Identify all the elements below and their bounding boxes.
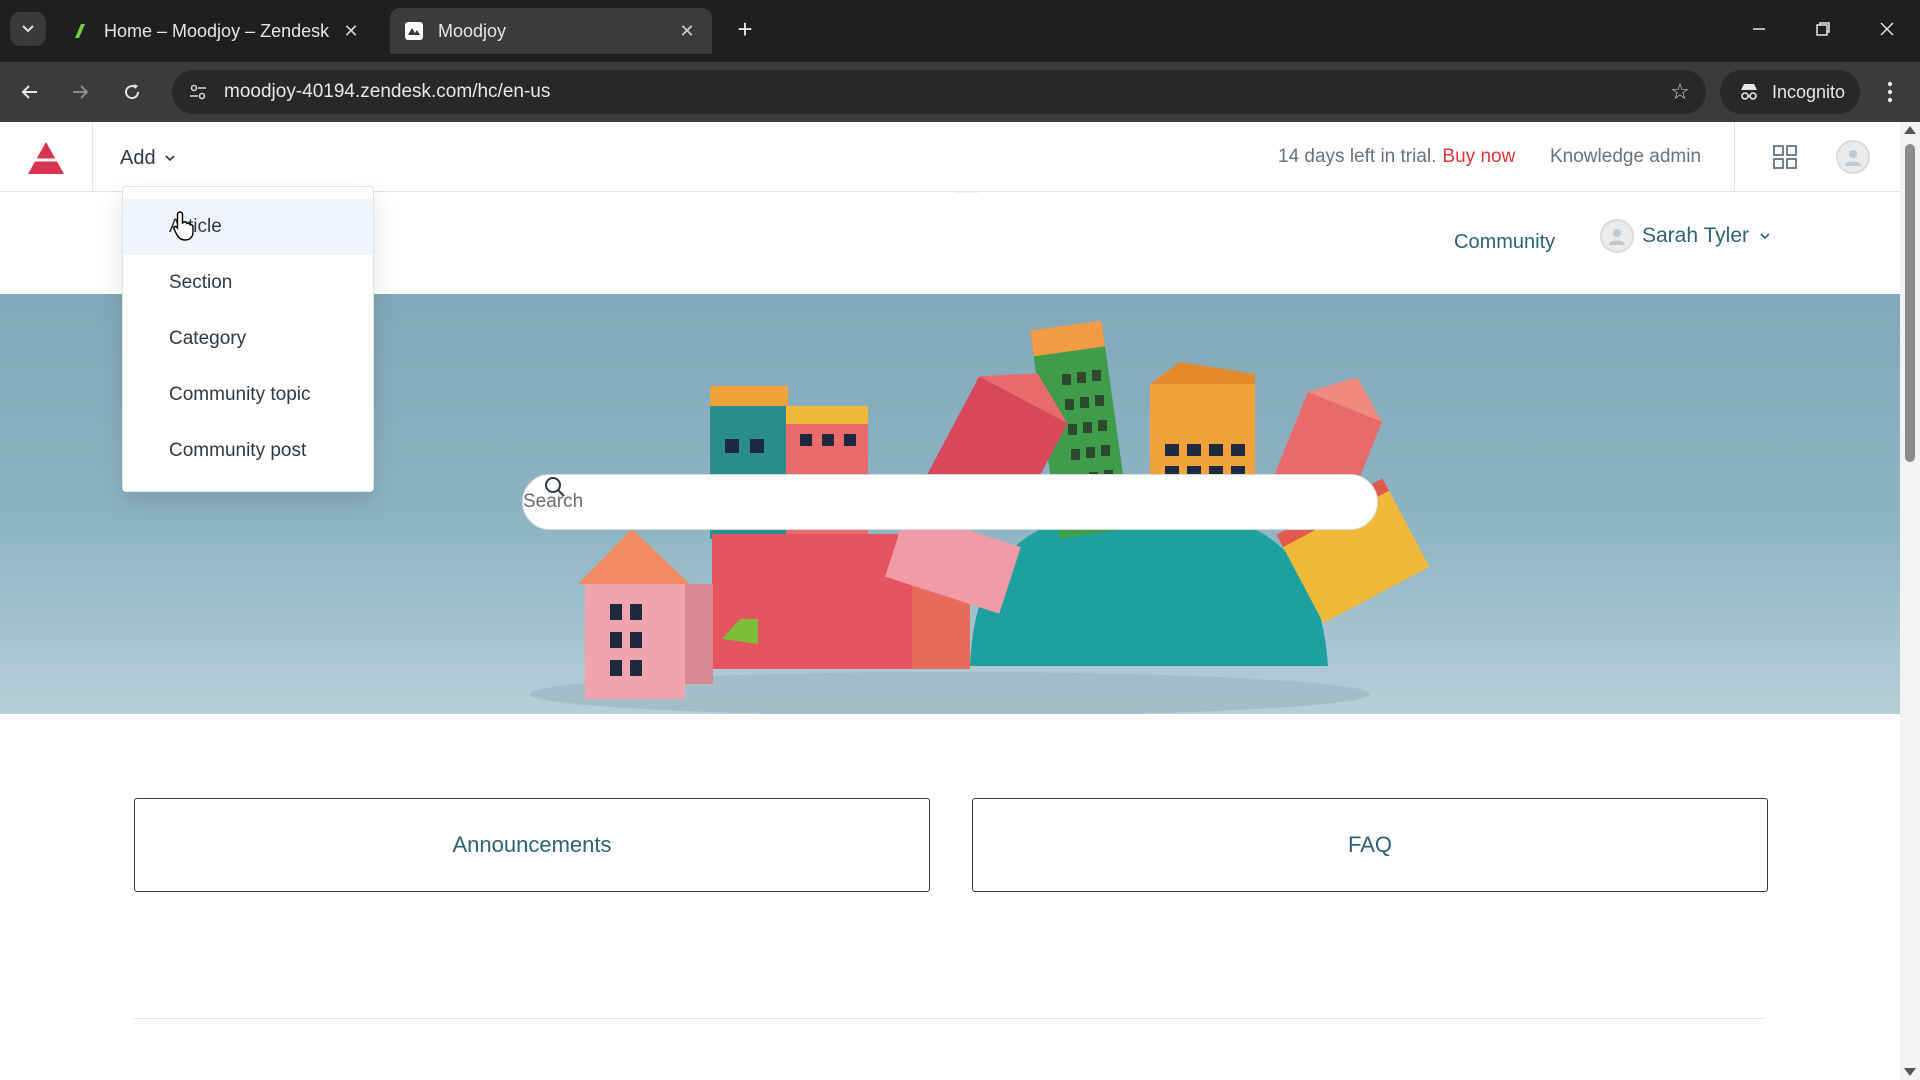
tab-title: Moodjoy	[438, 20, 507, 41]
user-menu[interactable]: Sarah Tyler	[1600, 219, 1771, 253]
admin-bar: Add 14 days left in trial. Buy now Knowle…	[0, 122, 1900, 206]
minimize-icon[interactable]	[1744, 14, 1774, 44]
hand-pointer-cursor-icon	[173, 211, 194, 241]
scrollbar-thumb[interactable]	[1905, 144, 1915, 462]
chevron-down-icon	[22, 25, 34, 33]
incognito-label: Incognito	[1772, 81, 1846, 102]
address-bar[interactable]: moodjoy-40194.zendesk.com/hc/en-us ☆	[172, 70, 1706, 114]
admin-avatar[interactable]	[1836, 140, 1870, 174]
category-label: FAQ	[1347, 832, 1392, 857]
menu-item-community-topic[interactable]: Community topic	[123, 367, 373, 423]
incognito-badge[interactable]: Incognito	[1720, 70, 1860, 114]
user-icon	[1609, 229, 1625, 245]
search-icon	[545, 477, 565, 497]
close-icon[interactable]: ✕	[340, 20, 362, 42]
menu-item-category[interactable]: Category	[123, 311, 373, 367]
zendesk-favicon-icon	[70, 21, 90, 41]
tab-search-button[interactable]	[10, 12, 46, 46]
tab-zendesk-home[interactable]: Home – Moodjoy – Zendesk ✕	[56, 8, 376, 54]
add-dropdown-menu: Article Section Category Community topic…	[122, 186, 374, 492]
menu-item-community-post[interactable]: Community post	[123, 423, 373, 479]
new-tab-plus-icon[interactable]: +	[730, 14, 760, 44]
user-icon	[1845, 150, 1861, 166]
browser-menu-icon[interactable]	[1872, 74, 1908, 110]
window-close-icon[interactable]	[1872, 14, 1902, 44]
community-link[interactable]: Community	[1454, 231, 1555, 254]
category-label: Announcements	[452, 832, 612, 857]
forward-arrow-icon[interactable]	[62, 74, 98, 110]
section-divider	[134, 1018, 1766, 1019]
chevron-down-icon	[1760, 233, 1770, 240]
reload-icon[interactable]	[114, 74, 150, 110]
tab-moodjoy[interactable]: Moodjoy ✕	[390, 8, 712, 54]
browser-tab-bar: Home – Moodjoy – Zendesk ✕ Moodjoy ✕ +	[0, 0, 1920, 62]
back-arrow-icon[interactable]	[12, 74, 48, 110]
category-card-faq[interactable]: FAQ	[972, 798, 1768, 892]
tab-title: Home – Moodjoy – Zendesk	[104, 20, 330, 41]
add-label: Add	[120, 146, 156, 169]
user-avatar	[1600, 219, 1634, 253]
restore-icon[interactable]	[1808, 14, 1838, 44]
trial-notice: 14 days left in trial. Buy now	[1278, 146, 1515, 168]
search-bar[interactable]	[522, 474, 1378, 530]
trial-text: 14 days left in trial.	[1278, 146, 1437, 167]
buy-now-link[interactable]: Buy now	[1442, 146, 1515, 167]
user-name: Sarah Tyler	[1642, 224, 1749, 247]
moodjoy-favicon-icon	[404, 21, 424, 41]
url-text[interactable]: moodjoy-40194.zendesk.com/hc/en-us	[224, 81, 1660, 103]
help-center-page: Add 14 days left in trial. Buy now Knowle…	[0, 122, 1900, 1080]
browser-toolbar: moodjoy-40194.zendesk.com/hc/en-us ☆ Inc…	[0, 62, 1920, 122]
close-icon[interactable]: ✕	[676, 20, 698, 42]
scroll-down-arrow-icon[interactable]	[1904, 1068, 1916, 1076]
knowledge-admin-link[interactable]: Knowledge admin	[1550, 146, 1701, 168]
scroll-up-arrow-icon[interactable]	[1904, 126, 1916, 134]
product-tray-grid-icon[interactable]	[1772, 144, 1798, 170]
menu-item-section[interactable]: Section	[123, 255, 373, 311]
add-menu-button[interactable]: Add	[120, 142, 176, 174]
chevron-down-icon	[165, 155, 175, 162]
incognito-icon	[1738, 82, 1760, 102]
page-scrollbar[interactable]	[1900, 122, 1920, 1080]
zendesk-guide-logo-icon[interactable]	[26, 140, 66, 176]
divider	[1734, 122, 1735, 192]
divider	[92, 122, 93, 192]
bookmark-star-icon[interactable]: ☆	[1660, 72, 1700, 112]
category-card-announcements[interactable]: Announcements	[134, 798, 930, 892]
menu-item-article[interactable]: Article	[123, 199, 373, 255]
search-input[interactable]	[523, 491, 1377, 513]
site-info-icon[interactable]	[178, 72, 218, 112]
